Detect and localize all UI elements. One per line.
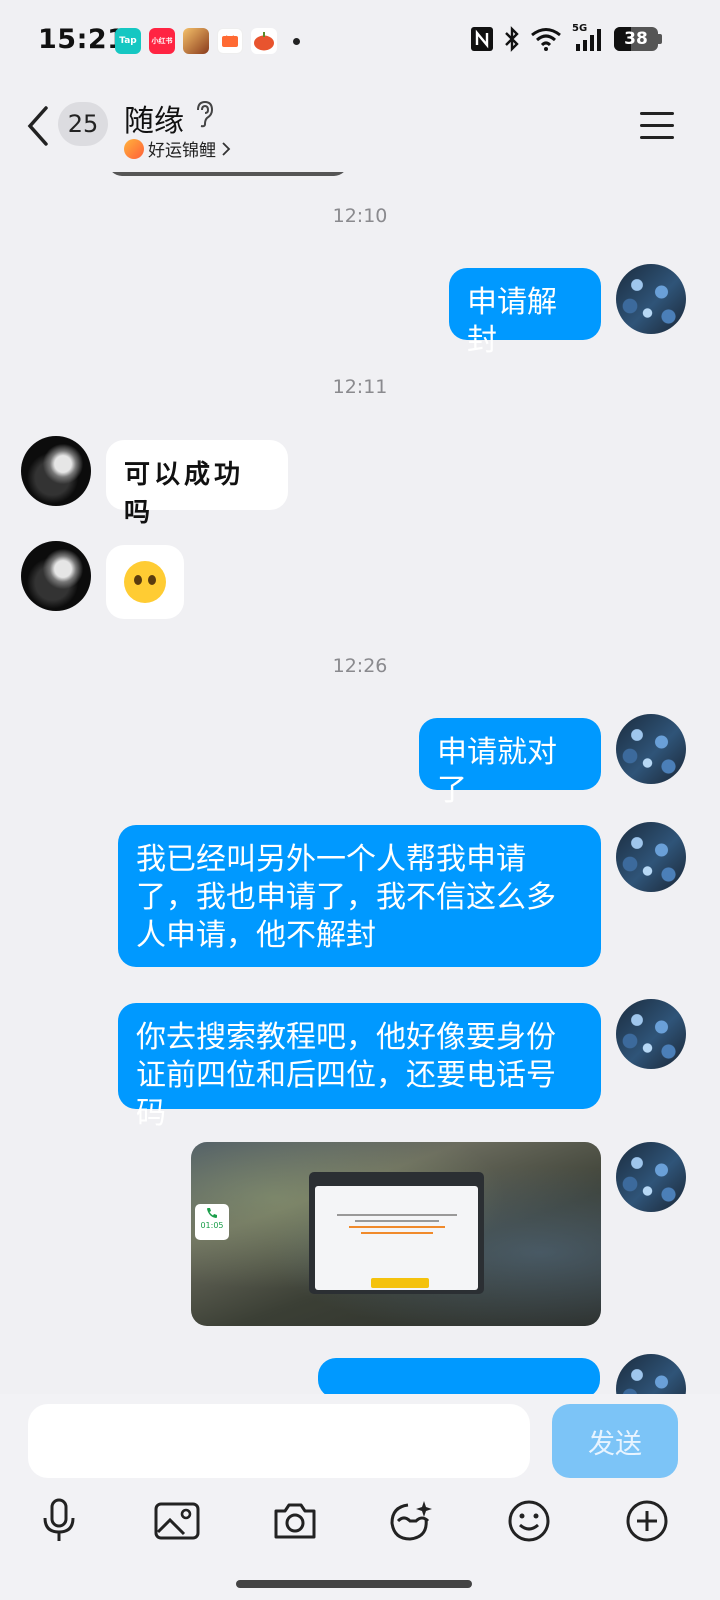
my-avatar[interactable]	[616, 999, 686, 1069]
message-bubble-sent[interactable]: 申请就对了	[419, 718, 601, 808]
home-indicator[interactable]	[236, 1580, 472, 1588]
plus-circle-icon	[626, 1500, 668, 1542]
call-floating-widget: 01:05	[195, 1204, 229, 1240]
message-bubble-sent[interactable]: 申请解封	[449, 268, 601, 358]
album-button[interactable]	[150, 1494, 204, 1548]
bluetooth-icon	[505, 26, 519, 52]
status-time: 15:21	[38, 24, 127, 55]
my-avatar[interactable]	[616, 714, 686, 784]
thinking-face-icon	[124, 561, 166, 603]
video-icon	[217, 28, 243, 54]
wifi-icon	[531, 28, 561, 51]
chat-header: 25 随缘 好运锦鲤	[0, 82, 720, 172]
contact-status-text: 好运锦鲤	[148, 141, 216, 161]
battery-icon: 38	[614, 27, 662, 51]
message-bubble-sent[interactable]	[318, 1358, 600, 1394]
message-bubble-sent[interactable]: 我已经叫另外一个人帮我申请了，我也申请了，我不信这么多人申请，他不解封	[118, 825, 601, 967]
emoji-message-bubble[interactable]	[106, 545, 184, 619]
xiaohongshu-icon: 小红书	[149, 28, 175, 54]
camera-button[interactable]	[268, 1494, 322, 1548]
timestamp: 12:10	[332, 205, 388, 227]
nfc-icon	[471, 27, 493, 51]
koi-fish-icon	[124, 138, 144, 159]
notification-icons: Tap 小红书	[115, 28, 300, 54]
screenshot-dialog	[309, 1172, 484, 1294]
chat-message-list[interactable]: 12:10 申请解封 12:11 可以成功吗 12:26 申请就对了 我已经叫另…	[0, 172, 720, 1394]
battery-level: 38	[624, 29, 648, 49]
more-notifications-dot	[293, 37, 300, 45]
cellular-icon: 5G	[572, 23, 604, 52]
sticker-maker-button[interactable]	[384, 1494, 438, 1548]
contact-avatar[interactable]	[21, 541, 91, 611]
contact-name[interactable]: 随缘	[124, 96, 184, 140]
send-button[interactable]: 发送	[552, 1404, 678, 1478]
contact-avatar[interactable]	[21, 436, 91, 506]
input-area: 发送	[0, 1394, 720, 1600]
ear-mode-icon	[197, 100, 214, 128]
call-duration: 01:05	[200, 1221, 224, 1230]
partial-image-message[interactable]	[108, 172, 348, 176]
status-bar: 15:21 Tap 小红书 5G 38	[0, 0, 720, 82]
emoji-button[interactable]	[502, 1494, 556, 1548]
sticker-icon	[390, 1501, 432, 1541]
network-type: 5G	[572, 23, 588, 34]
my-avatar[interactable]	[616, 1354, 686, 1394]
input-toolbar	[0, 1494, 720, 1554]
message-bubble-sent[interactable]: 你去搜索教程吧，他好像要身份证前四位和后四位，还要电话号码	[118, 1003, 601, 1131]
my-avatar[interactable]	[616, 1142, 686, 1212]
game-icon	[183, 28, 209, 54]
image-message[interactable]: 01:05	[191, 1142, 601, 1326]
message-input[interactable]	[28, 1404, 530, 1478]
microphone-icon	[43, 1498, 75, 1541]
taptap-icon: Tap	[115, 28, 141, 54]
pumpkin-icon	[251, 28, 277, 54]
message-bubble-received[interactable]: 可以成功吗	[106, 440, 288, 528]
timestamp: 12:11	[332, 376, 388, 398]
my-avatar[interactable]	[616, 822, 686, 892]
more-button[interactable]	[620, 1494, 674, 1548]
image-icon	[154, 1502, 200, 1540]
unread-count-badge[interactable]: 25	[58, 102, 108, 146]
timestamp: 12:26	[332, 655, 388, 677]
voice-button[interactable]	[32, 1494, 86, 1548]
my-avatar[interactable]	[616, 264, 686, 334]
smile-icon	[508, 1500, 550, 1542]
back-arrow-icon[interactable]	[24, 104, 52, 148]
chevron-right-icon	[222, 141, 231, 156]
camera-icon	[274, 1503, 316, 1539]
phone-icon	[207, 1208, 217, 1218]
contact-status[interactable]: 好运锦鲤	[124, 136, 232, 161]
system-icons: 5G 38	[470, 23, 662, 52]
menu-button[interactable]	[640, 112, 674, 140]
